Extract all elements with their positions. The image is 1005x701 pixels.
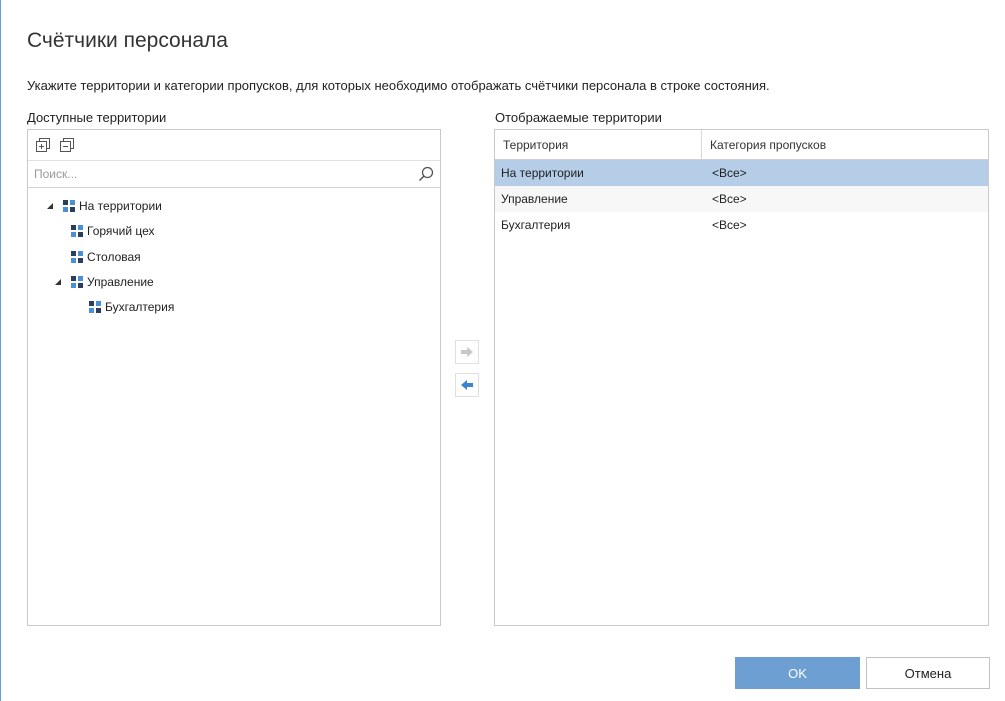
cell-category[interactable]: <Все> [702, 160, 988, 186]
triangle-expanded-icon[interactable] [53, 277, 63, 287]
tree-toolbar [28, 130, 440, 161]
expand-all-button[interactable] [33, 135, 53, 155]
table-row[interactable]: Бухгалтерия <Все> [495, 212, 988, 238]
displayed-territories-panel: Территория Категория пропусков На террит… [494, 129, 989, 626]
territory-icon [71, 225, 83, 238]
tree-node-label: На территории [79, 199, 162, 213]
available-territories-panel: На территории Горячий цех Столовая Управлен… [27, 129, 441, 626]
arrow-left-icon [461, 380, 473, 390]
displayed-territories-label: Отображаемые территории [495, 110, 662, 125]
collapse-all-button[interactable] [57, 135, 77, 155]
expand-all-icon [36, 138, 50, 152]
tree-node[interactable]: Горячий цех [71, 220, 155, 242]
available-territories-label: Доступные территории [27, 110, 167, 125]
table-row[interactable]: Управление <Все> [495, 186, 988, 212]
cell-category[interactable]: <Все> [702, 212, 988, 238]
territory-icon [71, 250, 83, 263]
territory-icon [89, 301, 101, 314]
ok-button[interactable]: OK [735, 657, 860, 689]
grid-body: На территории <Все> Управление <Все> Бухгалт… [495, 160, 988, 238]
grid-header: Территория Категория пропусков [495, 130, 988, 160]
dialog-instruction: Укажите территории и категории пропусков… [27, 78, 770, 93]
staff-counters-dialog: Счётчики персонала Укажите территории и … [0, 0, 1005, 701]
remove-territory-button[interactable] [455, 373, 479, 397]
arrow-right-icon [461, 347, 473, 357]
dialog-title: Счётчики персонала [27, 29, 228, 52]
search-input[interactable] [28, 161, 440, 187]
territory-icon [63, 200, 75, 212]
tree-node[interactable]: Столовая [71, 246, 141, 268]
add-territory-button[interactable] [455, 340, 479, 364]
search-icon[interactable] [417, 165, 435, 183]
cell-territory: На территории [501, 166, 584, 180]
tree-node-label: Бухгалтерия [105, 300, 175, 315]
tree-node-label: Управление [87, 274, 154, 289]
column-header-category[interactable]: Категория пропусков [702, 130, 988, 159]
territory-icon [71, 275, 83, 288]
window-edge [0, 0, 1, 701]
collapse-all-icon [60, 138, 74, 152]
tree-node[interactable]: Управление [53, 271, 154, 293]
tree-node[interactable]: Бухгалтерия [89, 296, 174, 318]
cell-category[interactable]: <Все> [702, 186, 988, 212]
cancel-button[interactable]: Отмена [866, 657, 990, 689]
triangle-expanded-icon[interactable] [45, 201, 55, 211]
table-row[interactable]: На территории <Все> [495, 160, 988, 186]
cell-territory: Бухгалтерия [501, 218, 571, 232]
column-header-territory[interactable]: Территория [495, 130, 702, 159]
tree-node[interactable]: На территории [45, 195, 162, 217]
tree-node-label: Горячий цех [87, 224, 155, 239]
tree-search [28, 161, 440, 188]
cell-territory: Управление [501, 192, 568, 206]
tree-node-label: Столовая [87, 249, 141, 264]
